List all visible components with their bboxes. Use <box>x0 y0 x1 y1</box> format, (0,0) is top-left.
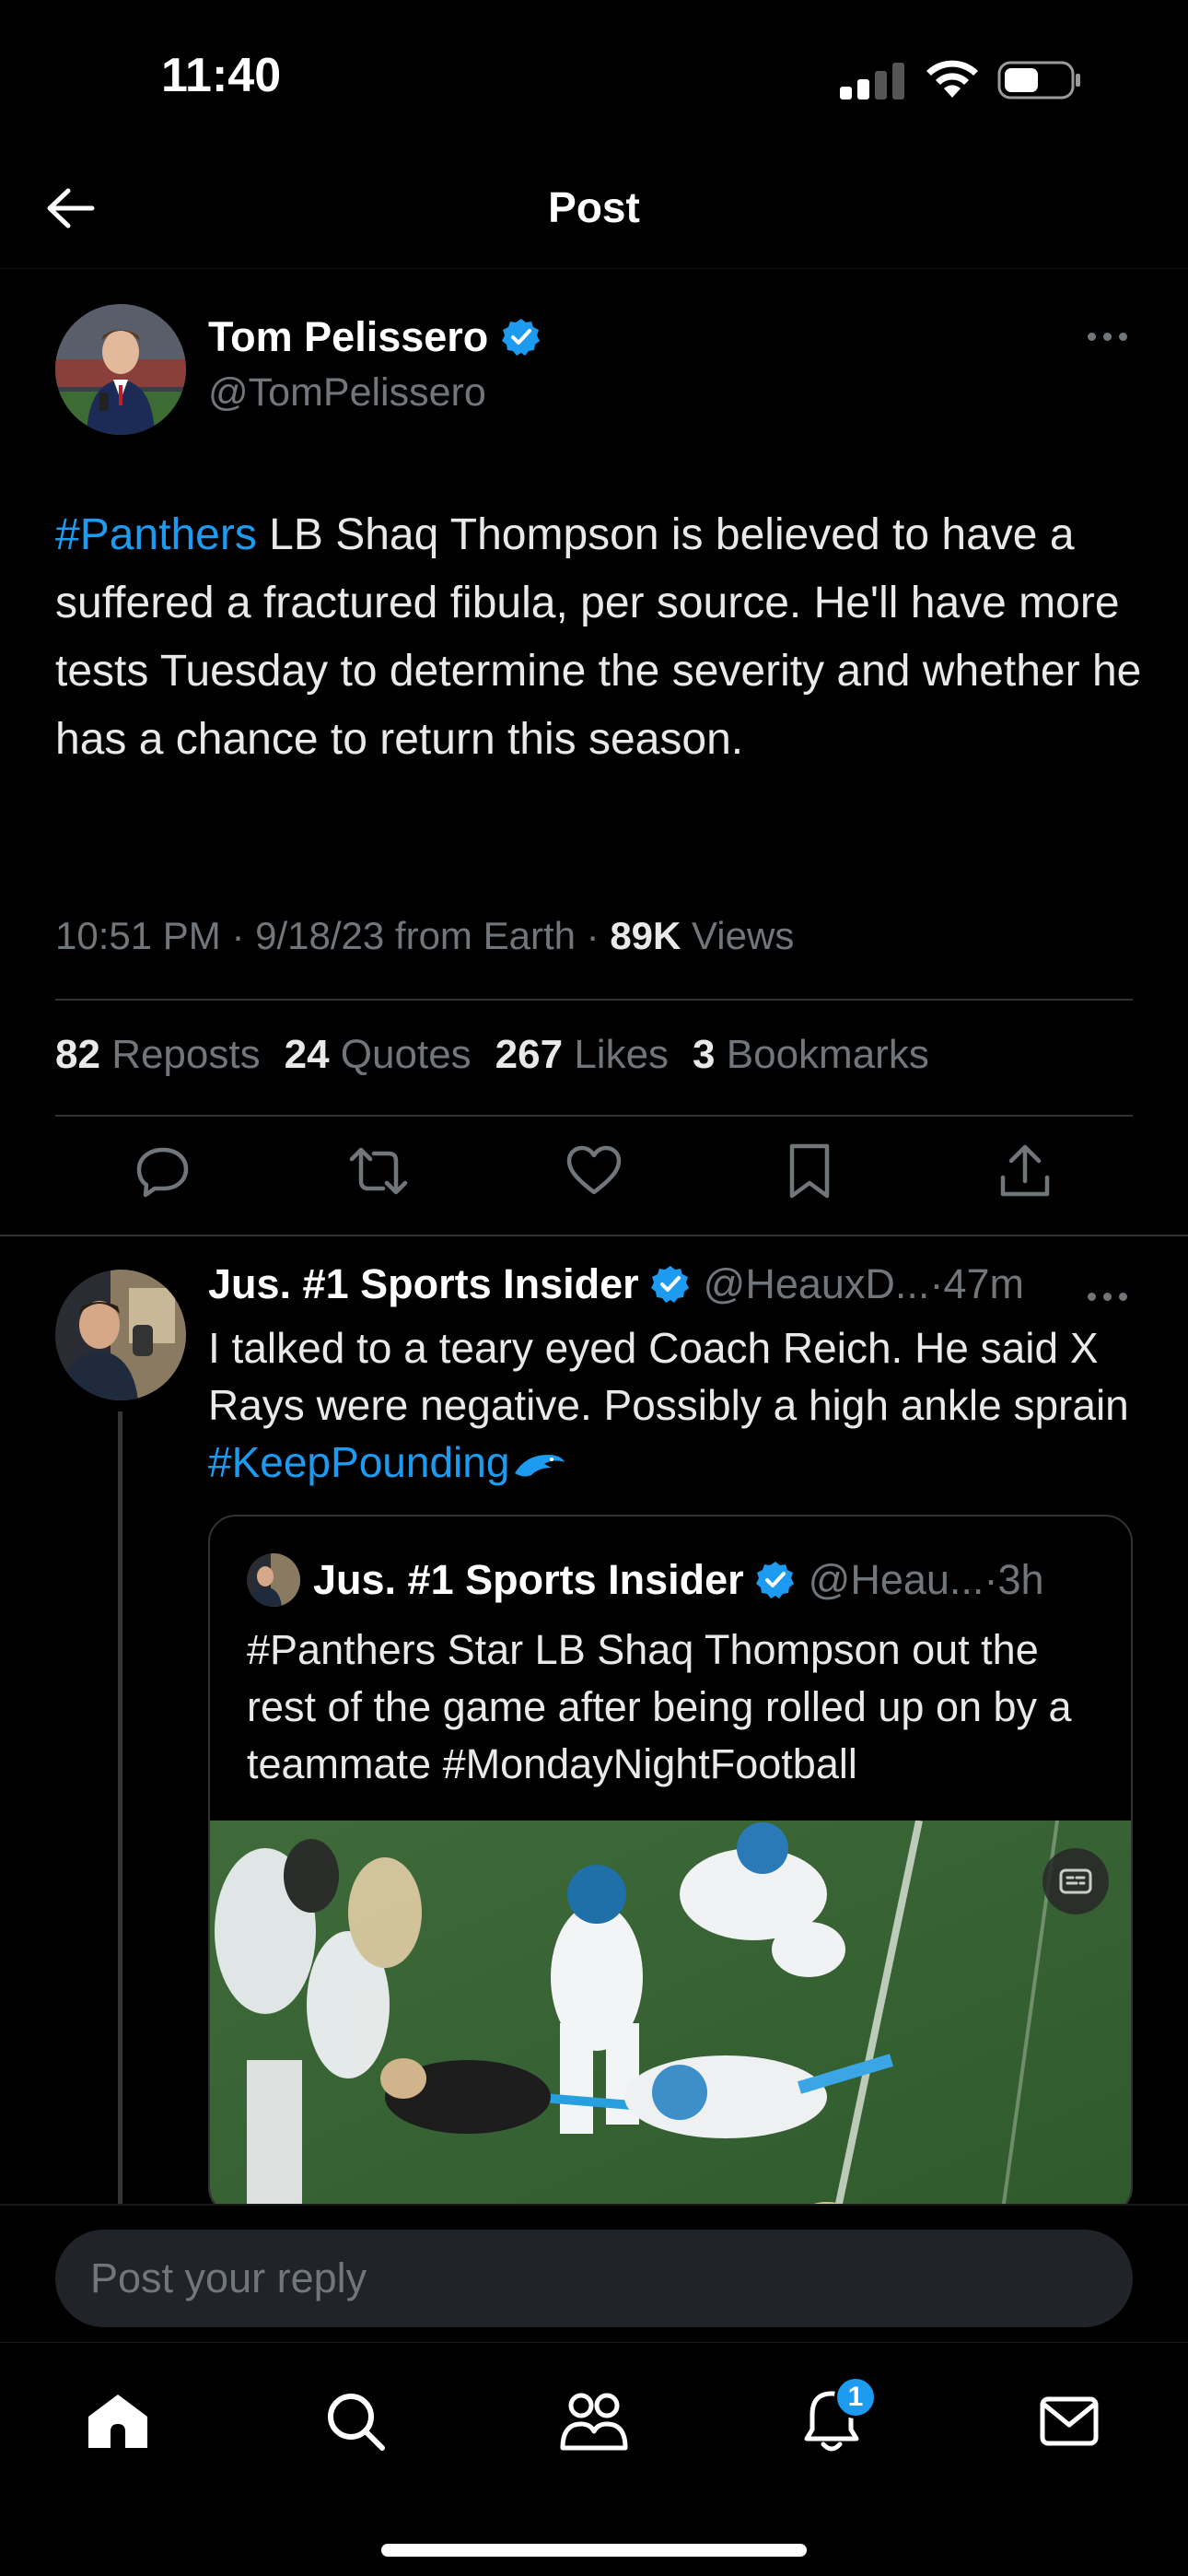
tab-communities[interactable] <box>553 2380 635 2463</box>
reply-text: I talked to a teary eyed Coach Reich. He… <box>208 1319 1138 1491</box>
more-dot <box>1102 332 1112 341</box>
quoted-post[interactable]: Jus. #1 Sports Insider @Heau... · 3h #Pa… <box>208 1515 1133 2204</box>
hashtag-link[interactable]: #Panthers <box>55 510 257 559</box>
more-options-button[interactable] <box>1079 322 1135 350</box>
reply-header: Jus. #1 Sports Insider @HeauxD... · 47m <box>208 1260 1024 1308</box>
thread-connector-line <box>118 1411 122 2204</box>
quotes-label: Quotes <box>340 1032 472 1077</box>
post-date: 9/18/23 <box>255 914 385 957</box>
repost-icon <box>349 1147 408 1195</box>
more-dot <box>1118 1292 1127 1301</box>
more-dot <box>1118 332 1127 341</box>
cellular-signal-icon <box>840 61 904 100</box>
reply-icon <box>136 1147 189 1198</box>
captions-icon <box>1059 1868 1092 1894</box>
verified-badge-icon <box>755 1562 794 1598</box>
share-icon <box>1000 1144 1050 1197</box>
hashtag-link[interactable]: #KeepPounding <box>208 1438 509 1486</box>
likes-count: 267 <box>495 1032 564 1077</box>
likes-stat[interactable]: 267 Likes <box>495 1032 669 1078</box>
meta-separator: · <box>231 914 256 957</box>
author-name-text: Tom Pelissero <box>208 313 489 360</box>
search-icon <box>328 2394 385 2451</box>
reply-author-handle[interactable]: @HeauxD... <box>704 1260 930 1308</box>
more-dot <box>1102 1292 1112 1301</box>
avatar[interactable] <box>55 304 186 435</box>
avatar <box>247 1553 300 1607</box>
meta-separator: · <box>984 1556 998 1603</box>
quotes-stat[interactable]: 24 Quotes <box>285 1032 472 1078</box>
post-text: #Panthers LB Shaq Thompson is believed t… <box>55 501 1142 774</box>
reply-composer-bar <box>0 2204 1188 2342</box>
quote-author-name: Jus. #1 Sports Insider <box>313 1556 744 1603</box>
top-nav-bar: Post <box>0 147 1188 269</box>
bookmark-button[interactable] <box>777 1139 842 1203</box>
reply-text-body: I talked to a teary eyed Coach Reich. He… <box>208 1324 1129 1429</box>
repost-button[interactable] <box>346 1139 411 1203</box>
home-indicator[interactable] <box>381 2544 807 2557</box>
quote-header: Jus. #1 Sports Insider @Heau... · 3h <box>247 1553 1044 1607</box>
author-handle[interactable]: @TomPelissero <box>208 370 486 416</box>
notification-count-badge: 1 <box>834 2376 877 2418</box>
tab-messages[interactable] <box>1028 2380 1111 2463</box>
post-source: from Earth <box>394 914 576 957</box>
page-title: Post <box>548 183 640 231</box>
post-time: 10:51 PM <box>55 914 221 957</box>
reply-input[interactable] <box>55 2230 1133 2327</box>
communities-icon <box>560 2393 628 2451</box>
more-dot <box>1087 332 1096 341</box>
tab-search[interactable] <box>314 2380 397 2463</box>
panthers-hashflag-icon <box>515 1454 565 1477</box>
post-metadata: 10:51 PM · 9/18/23 from Earth · 89K View… <box>55 914 794 958</box>
quote-media-gif[interactable] <box>210 1821 1131 2204</box>
quotes-count: 24 <box>284 1032 330 1077</box>
like-button[interactable] <box>562 1139 626 1203</box>
quote-author-handle: @Heau... <box>808 1556 984 1603</box>
bookmarks-label: Bookmarks <box>726 1032 929 1077</box>
more-dot <box>1087 1292 1096 1301</box>
reply-time: 47m <box>943 1260 1024 1307</box>
wifi-icon <box>924 57 981 100</box>
views-count[interactable]: 89K <box>610 914 681 957</box>
tab-home[interactable] <box>76 2380 159 2463</box>
status-time: 11:40 <box>161 49 282 102</box>
football-field-image <box>210 1821 1131 2204</box>
bottom-tab-bar: 1 <box>0 2342 1188 2576</box>
avatar[interactable] <box>55 1270 186 1400</box>
more-options-button[interactable] <box>1079 1282 1135 1310</box>
reply-post[interactable]: Jus. #1 Sports Insider @HeauxD... · 47m … <box>0 1236 1188 2204</box>
share-button[interactable] <box>993 1139 1057 1203</box>
author-name[interactable]: Tom Pelissero <box>208 313 542 361</box>
likes-label: Likes <box>574 1032 670 1077</box>
meta-separator: · <box>929 1260 944 1307</box>
reply-button[interactable] <box>131 1139 195 1203</box>
quote-text: #Panthers Star LB Shaq Thompson out the … <box>247 1626 1072 1787</box>
divider <box>55 1115 1133 1117</box>
quote-time: 3h <box>997 1556 1044 1603</box>
alt-text-button[interactable] <box>1042 1848 1109 1914</box>
meta-separator: · <box>586 914 611 957</box>
reposts-count: 82 <box>55 1032 100 1077</box>
reposts-label: Reposts <box>111 1032 261 1077</box>
bookmarks-count: 3 <box>693 1032 716 1077</box>
main-post: Tom Pelissero @TomPelissero #Panthers LB… <box>0 269 1188 1236</box>
post-actions <box>0 1139 1188 1203</box>
reposts-stat[interactable]: 82 Reposts <box>55 1032 261 1078</box>
tab-notifications[interactable]: 1 <box>790 2376 877 2463</box>
bookmark-icon <box>789 1143 830 1199</box>
engagement-stats: 82 Reposts 24 Quotes 267 Likes 3 Bookmar… <box>55 1032 929 1078</box>
verified-badge-icon <box>650 1266 689 1303</box>
reply-author-name[interactable]: Jus. #1 Sports Insider <box>208 1260 639 1308</box>
battery-icon <box>997 61 1082 100</box>
verified-badge-icon <box>502 319 541 356</box>
divider <box>55 999 1133 1001</box>
home-icon <box>88 2395 147 2448</box>
messages-icon <box>1040 2396 1099 2446</box>
views-label: Views <box>692 914 795 957</box>
bookmarks-stat[interactable]: 3 Bookmarks <box>693 1032 929 1078</box>
status-bar: 11:40 <box>0 0 1188 147</box>
heart-icon <box>566 1145 622 1195</box>
